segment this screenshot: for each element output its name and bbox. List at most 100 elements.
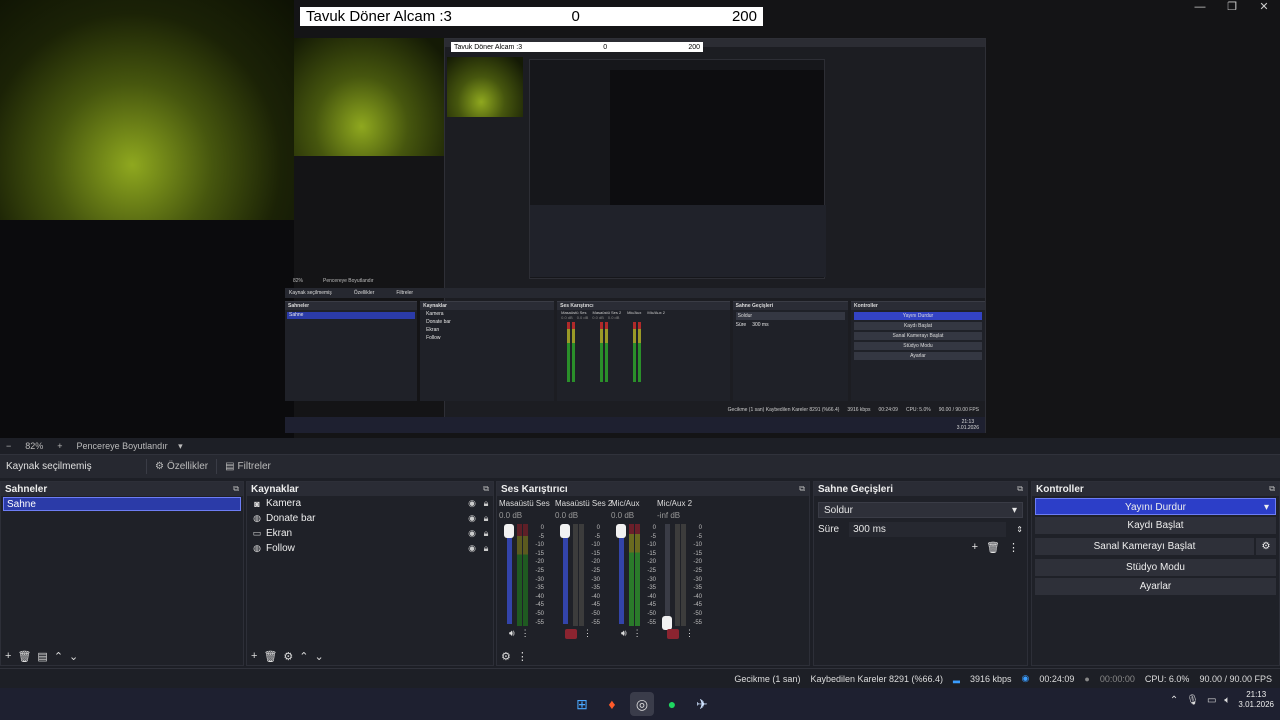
undock-icon[interactable]: ⧉ — [1017, 484, 1023, 494]
trash-icon[interactable]: 🗑 — [17, 650, 31, 663]
nested-scenes-title: Sahneler — [285, 302, 418, 310]
muted-speaker-icon[interactable] — [667, 628, 679, 639]
eye-icon[interactable]: ◉ — [465, 543, 479, 554]
zoom-out-button[interactable]: − — [6, 441, 11, 451]
lock-icon[interactable]: 🔒︎ — [479, 498, 493, 509]
eye-icon[interactable]: ◉ — [465, 498, 479, 509]
move-up-icon[interactable]: ⌃ — [54, 650, 63, 663]
duration-label: Süre — [818, 524, 840, 535]
windows-icon[interactable]: ⊞ — [570, 692, 594, 716]
volume-slider-handle[interactable] — [560, 524, 570, 538]
speaker-icon[interactable]: 🔊︎ — [621, 628, 627, 639]
muted-speaker-icon[interactable] — [565, 628, 577, 639]
add-transition-button[interactable]: + — [972, 541, 978, 554]
zoom-level: 82% — [25, 441, 44, 451]
chevron-down-icon: ▾ — [178, 440, 183, 451]
microphone-icon[interactable]: 🎙︎ — [1186, 695, 1199, 706]
volume-track[interactable] — [563, 524, 568, 624]
stepper-icon[interactable]: ⇕ — [1016, 525, 1023, 534]
undock-icon[interactable]: ⧉ — [1269, 484, 1275, 494]
scene-item-sahne[interactable]: Sahne — [3, 497, 241, 511]
nested-docks-2 — [530, 205, 826, 277]
obs-icon[interactable]: ◎ — [630, 692, 654, 716]
zoom-in-button[interactable]: + — [57, 441, 62, 451]
webcam-feed — [0, 0, 294, 220]
transition-select[interactable]: Soldur ▾ — [818, 502, 1023, 518]
system-tray: ⌃ 🎙︎ ▭ 🔈︎ 21:13 3.01.2026 — [1170, 690, 1274, 710]
fit-to-window-select[interactable]: Pencereye Boyutlandır ▾ — [77, 441, 183, 452]
channel-db: 0.0 dB — [499, 511, 523, 520]
more-icon[interactable]: ⋮ — [1008, 541, 1019, 554]
move-down-icon[interactable]: ⌄ — [69, 650, 78, 663]
chevron-up-icon[interactable]: ⌃ — [1170, 695, 1178, 706]
add-scene-button[interactable]: + — [5, 650, 11, 662]
volume-track[interactable] — [665, 524, 670, 624]
network-icon: ▂ — [953, 673, 960, 683]
filters-button[interactable]: ▤ Filtreler — [216, 459, 279, 474]
duration-input[interactable]: 300 ms — [849, 522, 1007, 537]
trash-icon[interactable]: 🗑 — [986, 541, 1000, 554]
sources-title: Kaynaklar — [251, 483, 299, 495]
advanced-audio-icon[interactable]: ⚙ — [501, 650, 511, 663]
more-icon[interactable]: ⋮ — [583, 628, 592, 639]
clock[interactable]: 21:13 3.01.2026 — [1238, 690, 1274, 710]
volume-slider-handle[interactable] — [616, 524, 626, 538]
source-item[interactable]: ◍ Follow ◉ 🔒︎ — [247, 541, 493, 556]
controls-header: Kontroller ⧉ — [1032, 482, 1279, 496]
close-icon[interactable]: ✕ — [1248, 0, 1280, 14]
undock-icon[interactable]: ⧉ — [483, 484, 489, 494]
lock-icon[interactable]: 🔒︎ — [479, 543, 493, 554]
filter-icon[interactable]: ▤ — [37, 650, 47, 663]
nested-transition-select: Soldur — [735, 312, 845, 320]
trash-icon[interactable]: 🗑 — [263, 650, 277, 663]
move-up-icon[interactable]: ⌃ — [299, 650, 308, 663]
add-source-button[interactable]: + — [251, 650, 257, 662]
lock-icon[interactable]: 🔒︎ — [479, 513, 493, 524]
start-virtual-camera-button[interactable]: Sanal Kamerayı Başlat — [1035, 538, 1254, 555]
speaker-icon[interactable]: 🔊︎ — [509, 628, 515, 639]
network-icon[interactable]: ▭ — [1207, 695, 1216, 706]
more-icon[interactable]: ⋮ — [633, 628, 642, 639]
nested-obs-capture-2 — [529, 59, 826, 279]
controls-dock: Kontroller ⧉ Yayını Durdur ▾ Kaydı Başla… — [1031, 481, 1280, 666]
lock-icon[interactable]: 🔒︎ — [479, 528, 493, 539]
move-down-icon[interactable]: ⌄ — [315, 650, 324, 663]
stop-streaming-label: Yayını Durdur — [1125, 502, 1186, 513]
undock-icon[interactable]: ⧉ — [799, 484, 805, 494]
more-icon[interactable]: ⋮ — [517, 650, 528, 663]
preview-canvas[interactable]: Tavuk Döner Alcam :3 0 200 — ❐ ✕ Tavuk D… — [0, 0, 1280, 438]
undock-icon[interactable]: ⧉ — [233, 484, 239, 494]
start-recording-button[interactable]: Kaydı Başlat — [1035, 517, 1276, 534]
minimize-icon[interactable]: — — [1184, 0, 1216, 14]
source-item[interactable]: ◍ Donate bar ◉ 🔒︎ — [247, 511, 493, 526]
donation-goal-min: 0 — [571, 8, 580, 25]
gear-icon[interactable]: ⚙ — [1256, 538, 1276, 555]
source-item[interactable]: ◙ Kamera ◉ 🔒︎ — [247, 496, 493, 511]
nested-transitions-title: Sahne Geçişleri — [732, 302, 848, 310]
maximize-icon[interactable]: ❐ — [1216, 0, 1248, 14]
source-item[interactable]: ▭ Ekran ◉ 🔒︎ — [247, 526, 493, 541]
eye-icon[interactable]: ◉ — [465, 513, 479, 524]
channel-buttons: ⋮ — [667, 628, 694, 639]
studio-mode-button[interactable]: Stüdyo Modu — [1035, 559, 1276, 576]
more-icon[interactable]: ⋮ — [521, 628, 530, 639]
chevron-down-icon[interactable]: ▾ — [1264, 499, 1269, 516]
volume-track[interactable] — [619, 524, 624, 624]
mixer-channel: Mic/Aux 2 -inf dB 0 -5 -10 -15 -20 -25 -… — [657, 498, 713, 648]
stop-streaming-button[interactable]: Yayını Durdur ▾ — [1035, 498, 1276, 515]
settings-button[interactable]: Ayarlar — [1035, 578, 1276, 595]
eye-icon[interactable]: ◉ — [465, 528, 479, 539]
properties-button[interactable]: ⚙ Özellikler — [146, 459, 216, 474]
scene-transitions-dock: Sahne Geçişleri ⧉ Soldur ▾ Süre 300 ms ⇕… — [813, 481, 1028, 666]
volume-icon[interactable]: 🔈︎ — [1224, 695, 1230, 706]
volume-slider-handle[interactable] — [504, 524, 514, 538]
gear-icon[interactable]: ⚙ — [283, 650, 293, 663]
donation-goal-title: Tavuk Döner Alcam :3 — [306, 8, 452, 25]
steam-icon[interactable]: ✈ — [690, 692, 714, 716]
volume-track[interactable] — [507, 524, 512, 624]
more-icon[interactable]: ⋮ — [685, 628, 694, 639]
nested-filters: Filtreler — [396, 290, 414, 296]
nested-properties: Özellikler — [353, 290, 375, 296]
brave-icon[interactable]: ♦ — [600, 692, 624, 716]
spotify-icon[interactable]: ● — [660, 692, 684, 716]
